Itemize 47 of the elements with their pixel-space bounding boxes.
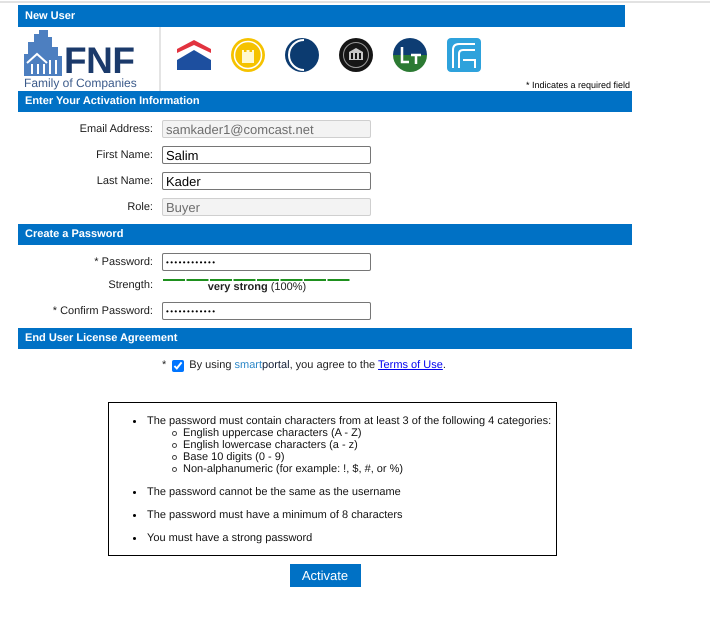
rule-text: The password must have a minimum of 8 characters — [147, 509, 403, 521]
ring-bullet-icon — [172, 442, 177, 448]
roof-icon — [177, 38, 211, 72]
activate-button[interactable]: Activate — [290, 564, 360, 587]
page-title-bar: New User — [18, 5, 625, 27]
rule-text: The password cannot be the same as the username — [147, 486, 401, 498]
agree-checkbox[interactable] — [172, 360, 184, 372]
required-mark: * — [162, 359, 166, 372]
bullet-icon — [133, 490, 136, 494]
stripes-icon — [447, 38, 481, 72]
input-field[interactable]: Kader — [162, 172, 371, 190]
field-label: Strength: — [107, 279, 153, 292]
agreement-text: By using smartportal, you agree to the Terms of Use. — [189, 359, 446, 372]
field-label: First Name: — [95, 148, 153, 162]
field-label: Role: — [126, 200, 153, 214]
rule-text: English uppercase characters (A - Z) — [183, 427, 362, 439]
rule-text: The password must contain characters from at least 3 of the following 4 categories: — [147, 415, 552, 427]
section-header: Create a Password — [18, 224, 632, 245]
rule-text: Non-alphanumeric (for example: !, $, #, or %) — [183, 463, 404, 475]
bullet-icon — [133, 536, 136, 540]
strength-reading: very strong (100%) — [208, 281, 306, 294]
password-field[interactable]: •••••••••••• — [162, 253, 371, 271]
field-label: * Password: — [93, 256, 153, 268]
buildings-icon — [22, 30, 64, 76]
section-header: Enter Your Activation Information — [18, 91, 632, 112]
rule-text: You must have a strong password — [147, 532, 312, 544]
field-label: * Confirm Password: — [52, 304, 153, 318]
castle-icon — [231, 38, 265, 72]
ring-bullet-icon — [172, 430, 177, 436]
rule-text: English lowercase characters (a - z) — [183, 439, 358, 451]
split-circle-icon — [393, 38, 427, 72]
crescent-icon — [285, 38, 319, 72]
field-label: Last Name: — [96, 174, 153, 188]
ring-bullet-icon — [172, 454, 177, 460]
field-label: Email Address: — [78, 122, 153, 136]
bullet-icon — [133, 514, 136, 516]
terms-link[interactable]: Terms of Use — [378, 359, 443, 371]
section-header: End User License Agreement — [18, 328, 632, 349]
required-note: * Indicates a required field — [526, 80, 630, 91]
logo-tagline: Family of Companies — [24, 76, 138, 90]
input-field[interactable]: Salim — [162, 146, 371, 164]
rule-text: Base 10 digits (0 - 9) — [183, 451, 284, 463]
bullet-icon — [133, 420, 136, 422]
ring-bullet-icon — [172, 466, 177, 472]
seal-icon — [339, 38, 373, 72]
password-field[interactable]: •••••••••••• — [162, 302, 371, 320]
logo-wordmark: FNF — [64, 46, 134, 76]
